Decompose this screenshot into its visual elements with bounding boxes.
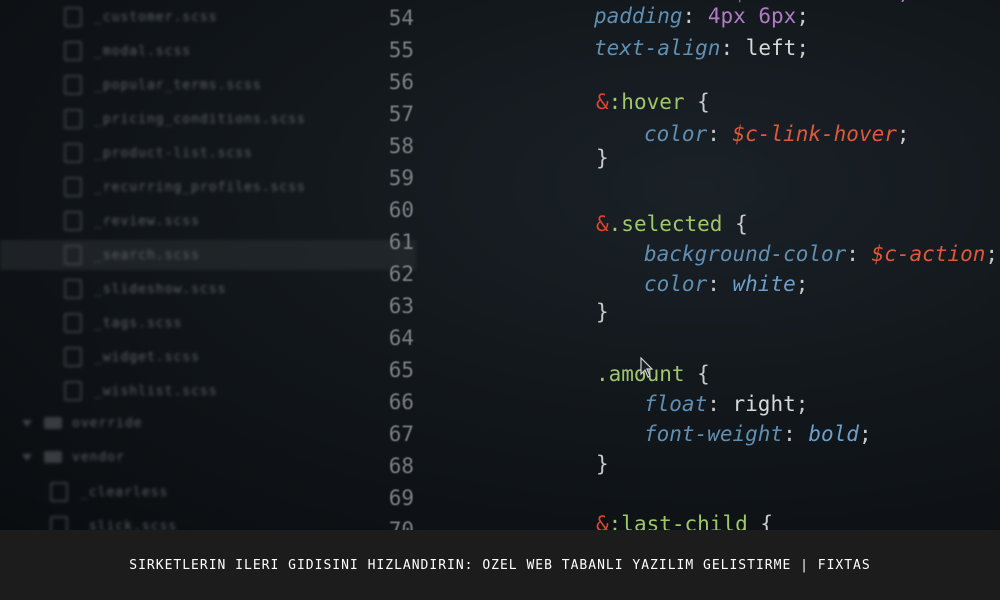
code-line: } — [596, 300, 609, 324]
code-token: { — [722, 212, 748, 236]
code-token: .selected — [608, 212, 723, 236]
code-token: : — [846, 242, 872, 266]
code-editor: _customer.scss _modal.scss _popular_terms.… — [0, 0, 1000, 530]
code-token: ; — [796, 36, 809, 60]
code-token: : — [720, 36, 746, 60]
code-token: padding — [594, 4, 683, 28]
code-token: { — [684, 362, 710, 386]
code-token: ; — [858, 422, 872, 446]
code-line: padding: 4px 6px; — [594, 4, 809, 28]
code-token: text-align — [594, 36, 721, 60]
code-area[interactable]: font-size: $font-size-xs;padding: 4px 6p… — [0, 0, 1000, 530]
code-line: background-color: $c-action; — [644, 242, 998, 266]
code-line: &:last-child { — [596, 512, 773, 530]
code-token: background-color — [644, 242, 847, 266]
mouse-pointer-icon — [640, 357, 654, 378]
code-line: text-align: left; — [594, 36, 809, 60]
code-token: font-weight — [644, 422, 784, 446]
code-token: left — [745, 36, 797, 60]
code-token: $c-link-hover — [732, 122, 897, 146]
code-token: ; — [795, 392, 809, 416]
code-line: } — [596, 146, 609, 170]
code-token: ; — [896, 122, 910, 146]
code-token: : — [707, 392, 733, 416]
code-token: : — [682, 4, 708, 28]
code-line: &:hover { — [596, 90, 710, 114]
code-token: ; — [985, 242, 999, 266]
code-line: font-weight: bold; — [644, 422, 872, 446]
code-line: float: right; — [644, 392, 808, 416]
code-token: } — [596, 452, 609, 476]
code-token: color — [644, 272, 708, 296]
code-token: { — [747, 512, 774, 530]
code-token: : — [707, 272, 733, 296]
code-token: :last-child — [608, 512, 748, 530]
code-token: } — [596, 300, 609, 324]
code-token: } — [596, 146, 609, 170]
code-line: } — [596, 452, 609, 476]
code-token: : — [783, 422, 809, 446]
code-token: & — [596, 212, 609, 236]
code-token: white — [732, 272, 796, 296]
code-token: ; — [795, 272, 809, 296]
code-token: 4px 6px — [707, 4, 797, 28]
code-token: bold — [808, 422, 859, 446]
caption-bar: SIRKETLERIN ILERI GIDISINI HIZLANDIRIN: … — [0, 530, 1000, 600]
code-token: & — [596, 512, 609, 530]
code-line: &.selected { — [596, 212, 748, 236]
code-token: & — [596, 90, 609, 114]
code-token: :hover — [608, 90, 685, 114]
code-token: $c-action — [871, 242, 986, 266]
code-line: color: $c-link-hover; — [644, 122, 910, 146]
code-token: ; — [796, 4, 809, 28]
caption-title: SIRKETLERIN ILERI GIDISINI HIZLANDIRIN: … — [129, 557, 871, 573]
code-token: : — [707, 122, 733, 146]
code-token: float — [644, 392, 708, 416]
code-token: { — [684, 90, 710, 114]
code-token: color — [644, 122, 708, 146]
code-token: right — [732, 392, 796, 416]
code-line: color: white; — [644, 272, 808, 296]
